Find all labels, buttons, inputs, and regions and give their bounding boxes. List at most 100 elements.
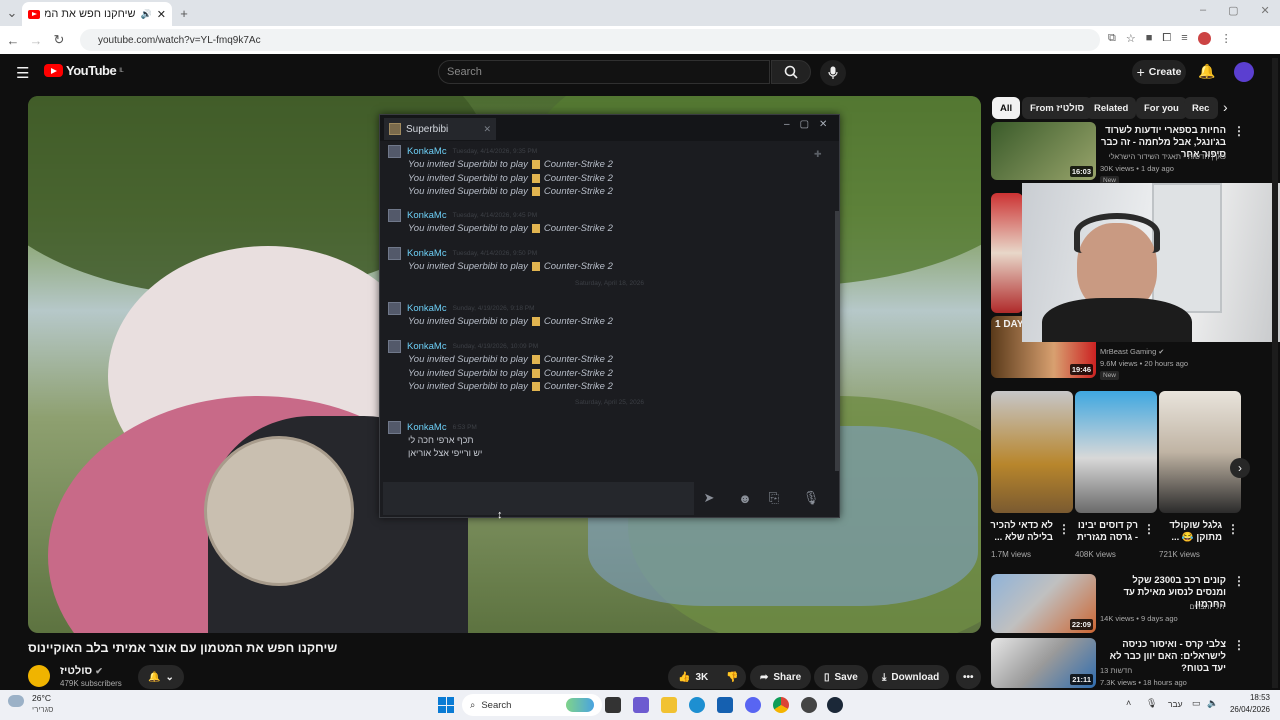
game-name[interactable]: Counter-Strike 2: [544, 185, 613, 199]
browser-tab-active[interactable]: שיחקנו חפש את המטמון עם אוצר אמיתי בלב ה…: [22, 2, 172, 26]
sender-name[interactable]: KonkaMc: [407, 146, 447, 157]
like-button[interactable]: 👍 3K: [668, 665, 719, 689]
network-icon[interactable]: ▭: [1192, 698, 1201, 709]
input-language[interactable]: עבר: [1168, 699, 1183, 709]
short-menu-icon[interactable]: ⋮: [1227, 522, 1239, 536]
more-actions-button[interactable]: •••: [956, 665, 981, 689]
channel-avatar[interactable]: [28, 665, 50, 687]
steam-close-icon[interactable]: ✕: [819, 119, 827, 130]
related-channel[interactable]: MrBeast Gaming ✔: [1100, 346, 1164, 358]
steam-maximize-icon[interactable]: ▢: [800, 119, 809, 130]
new-tab-icon[interactable]: +: [176, 5, 192, 21]
chip-recent[interactable]: Rec: [1184, 97, 1218, 119]
video-thumbnail[interactable]: 21:11: [991, 638, 1096, 688]
back-icon[interactable]: ←: [5, 32, 21, 48]
emoticon-icon[interactable]: ☻: [734, 487, 756, 509]
chip-all[interactable]: All: [992, 97, 1021, 119]
voice-search-button[interactable]: [820, 60, 846, 86]
video-thumbnail[interactable]: 22:09: [991, 574, 1096, 633]
chips-next-chevron-icon[interactable]: ›: [1223, 99, 1228, 115]
game-name[interactable]: Counter-Strike 2: [544, 315, 613, 329]
steam-icon[interactable]: [827, 697, 843, 713]
sender-name[interactable]: KonkaMc: [407, 303, 447, 314]
edge-icon[interactable]: [689, 697, 705, 713]
item-menu-icon[interactable]: ⋮: [1233, 638, 1245, 652]
bookmark-star-icon[interactable]: ☆: [1126, 32, 1136, 45]
windows-start-icon[interactable]: [438, 697, 454, 713]
steam-minimize-icon[interactable]: –: [784, 119, 790, 130]
chip-for-you[interactable]: For you: [1136, 97, 1187, 119]
short-title[interactable]: לא כדאי להכיר בלילה שלא ...: [989, 520, 1053, 544]
steam-chat-tab[interactable]: Superbibi ✕: [384, 118, 496, 140]
subscribe-bell-button[interactable]: 🔔 ⌄: [138, 665, 184, 689]
window-close-icon[interactable]: ✕: [1261, 4, 1270, 17]
youtube-logo[interactable]: YouTube IL: [44, 63, 124, 78]
save-button[interactable]: ▯ Save: [814, 665, 868, 689]
item-menu-icon[interactable]: ⋮: [1233, 574, 1245, 588]
search-button[interactable]: [771, 60, 811, 84]
notifications-bell-icon[interactable]: 🔔: [1198, 63, 1215, 80]
address-bar[interactable]: youtube.com/watch?v=YL-fmq9k7Ac: [80, 29, 1100, 51]
item-menu-icon[interactable]: ⋮: [1233, 124, 1245, 138]
chrome-icon[interactable]: [773, 697, 789, 713]
discord-icon[interactable]: [745, 697, 761, 713]
tray-mic-icon[interactable]: 🎙: [1146, 698, 1157, 709]
page-scrollbar[interactable]: [1272, 58, 1278, 688]
tab-close-icon[interactable]: ✕: [157, 8, 166, 21]
extension-icon[interactable]: ■: [1146, 32, 1153, 45]
short-menu-icon[interactable]: ⋮: [1058, 522, 1070, 536]
tray-chevron-icon[interactable]: ˄: [1126, 698, 1131, 708]
clock-time[interactable]: 18:53: [1224, 693, 1270, 702]
share-button[interactable]: ➦ Share: [750, 665, 812, 689]
search-input[interactable]: Search: [438, 60, 770, 84]
game-name[interactable]: Counter-Strike 2: [544, 353, 613, 367]
video-thumbnail-partial[interactable]: [991, 193, 1023, 313]
app-icon[interactable]: [801, 697, 817, 713]
attachment-icon[interactable]: ⎘: [763, 487, 785, 509]
chat-scrollbar[interactable]: [835, 211, 839, 471]
teams-icon[interactable]: [633, 697, 649, 713]
profile-avatar[interactable]: [1197, 32, 1211, 45]
short-thumbnail[interactable]: [1075, 391, 1157, 513]
weather-temp[interactable]: 26°C: [32, 693, 51, 703]
forward-icon[interactable]: →: [28, 32, 44, 48]
short-menu-icon[interactable]: ⋮: [1143, 522, 1155, 536]
voice-chat-icon[interactable]: 🎙: [800, 487, 822, 509]
game-name[interactable]: Counter-Strike 2: [544, 172, 613, 186]
related-channel[interactable]: 13 חדשות: [1100, 665, 1226, 676]
account-avatar[interactable]: [1234, 62, 1254, 82]
video-thumbnail[interactable]: 16:03: [991, 122, 1096, 180]
channel-name[interactable]: סולטיז ✔: [60, 665, 103, 677]
weather-icon[interactable]: [8, 695, 24, 707]
game-name[interactable]: Counter-Strike 2: [544, 260, 613, 274]
maximize-icon[interactable]: ▢: [1228, 4, 1238, 17]
send-icon[interactable]: ➤: [698, 487, 720, 509]
short-title[interactable]: רק דוסים יבינו - גרסה מגזרית: [1074, 520, 1138, 544]
short-title[interactable]: גלגל שוקולד מתוקן 😂 ...: [1158, 520, 1222, 544]
related-channel[interactable]: יהלי והברים: [1100, 601, 1226, 612]
dislike-button[interactable]: 👎: [718, 665, 747, 689]
cast-icon[interactable]: ⧉: [1108, 32, 1116, 45]
menu-kebab-icon[interactable]: ⋮: [1221, 32, 1232, 45]
chat-message-input[interactable]: [383, 482, 694, 515]
store-icon[interactable]: [717, 697, 733, 713]
sender-name[interactable]: KonkaMc: [407, 341, 447, 352]
game-name[interactable]: Counter-Strike 2: [544, 158, 613, 172]
shorts-next-chevron-icon[interactable]: ›: [1230, 458, 1250, 478]
download-button[interactable]: ⤓ Download: [872, 665, 950, 689]
minimize-icon[interactable]: –: [1200, 4, 1206, 17]
game-name[interactable]: Counter-Strike 2: [544, 222, 613, 236]
game-name[interactable]: Counter-Strike 2: [544, 380, 613, 394]
chip-from-channel[interactable]: From סולטיז: [1022, 97, 1093, 119]
short-thumbnail[interactable]: [1159, 391, 1241, 513]
short-thumbnail[interactable]: [991, 391, 1073, 513]
hamburger-menu-icon[interactable]: ☰: [16, 64, 29, 82]
clock-date[interactable]: 26/04/2026: [1224, 705, 1270, 714]
sender-name[interactable]: KonkaMc: [407, 210, 447, 221]
related-channel[interactable]: כאן | חדשות - תאגיד השידור הישראלי: [1100, 151, 1226, 162]
puzzle-icon[interactable]: ⧠: [1162, 32, 1171, 45]
task-view-icon[interactable]: [605, 697, 621, 713]
tab-list-chevron-icon[interactable]: ⌄: [4, 5, 20, 21]
chat-tab-close-icon[interactable]: ✕: [483, 124, 491, 135]
sender-name[interactable]: KonkaMc: [407, 422, 447, 433]
